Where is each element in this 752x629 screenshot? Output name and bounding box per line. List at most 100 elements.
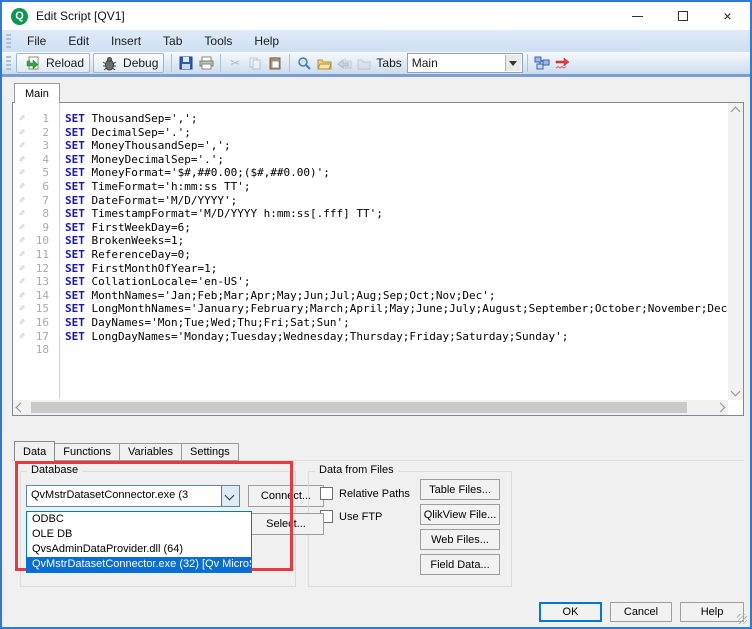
script-line[interactable]: ✎16SET DayNames='Mon;Tue;Wed;Thu;Fri;Sat…: [13, 316, 727, 330]
vertical-scrollbar[interactable]: [728, 103, 743, 400]
script-line[interactable]: ✎8SET TimestampFormat='M/D/YYYY h:mm:ss[…: [13, 207, 727, 221]
scroll-left-icon[interactable]: [16, 403, 26, 413]
tabs-label: Tabs: [376, 56, 401, 70]
close-button[interactable]: ×: [705, 2, 750, 30]
database-combobox[interactable]: QvMstrDatasetConnector.exe (3: [26, 485, 240, 507]
dropdown-option-qvmstrdatase[interactable]: QvMstrDatasetConnector.exe (32) [Qv Micr…: [27, 557, 251, 572]
reload-label: Reload: [46, 56, 84, 70]
script-line[interactable]: ✎9SET FirstWeekDay=6;: [13, 221, 727, 235]
menu-item-edit[interactable]: Edit: [57, 32, 100, 50]
script-line[interactable]: ✎3SET MoneyThousandSep=',';: [13, 139, 727, 153]
checkbox-label: Relative Paths: [339, 488, 410, 500]
goto-icon[interactable]: [553, 54, 571, 72]
line-code: SET FirstWeekDay=6;: [53, 221, 191, 235]
find-icon[interactable]: [295, 54, 313, 72]
scrollbar-thumb[interactable]: [31, 402, 687, 413]
script-line[interactable]: ✎4SET MoneyDecimalSep='.';: [13, 153, 727, 167]
line-code: SET ReferenceDay=0;: [53, 248, 191, 262]
script-line[interactable]: ✎17SET LongDayNames='Monday;Tuesday;Wedn…: [13, 330, 727, 344]
script-line[interactable]: ✎2SET DecimalSep='.';: [13, 126, 727, 140]
qlikview-app-icon: Q: [11, 8, 28, 25]
resize-grip[interactable]: [737, 614, 747, 624]
keyword: SET: [65, 112, 92, 125]
dialog-body: Main ✎1SET ThousandSep=',';✎2SET Decimal…: [2, 77, 750, 627]
script-editor[interactable]: ✎1SET ThousandSep=',';✎2SET DecimalSep='…: [12, 102, 744, 416]
table-viewer-icon[interactable]: [533, 54, 551, 72]
line-number: 4: [31, 153, 53, 167]
tab-selector-combobox[interactable]: Main: [407, 53, 523, 73]
keyword: SET: [65, 262, 92, 275]
script-line[interactable]: ✎11SET ReferenceDay=0;: [13, 248, 727, 262]
chevron-down-icon[interactable]: [505, 55, 521, 71]
script-line[interactable]: ✎5SET MoneyFormat='$#,##0.00;($#,##0.00)…: [13, 166, 727, 180]
menu-item-tab[interactable]: Tab: [152, 32, 193, 50]
line-number: 12: [31, 262, 53, 276]
keyword: SET: [65, 194, 92, 207]
scroll-down-icon[interactable]: [731, 387, 741, 397]
script-line[interactable]: ✎15SET LongMonthNames='January;February;…: [13, 302, 727, 316]
help-button[interactable]: Help: [680, 602, 744, 622]
script-tab-main[interactable]: Main: [14, 83, 60, 103]
line-code: SET MoneyThousandSep=',';: [53, 139, 231, 153]
dropdown-option-ole-db[interactable]: OLE DB: [27, 527, 251, 542]
chevron-down-icon[interactable]: [221, 486, 239, 506]
checkbox-row-use-ftp[interactable]: Use FTP: [320, 510, 382, 523]
line-number: 1: [31, 112, 53, 126]
web-files-button[interactable]: Web Files...: [420, 529, 500, 550]
panel-tab-functions[interactable]: Functions: [55, 443, 120, 461]
menu-item-file[interactable]: File: [16, 32, 57, 50]
dropdown-option-qvsadmindata[interactable]: QvsAdminDataProvider.dll (64): [27, 542, 251, 557]
qlikview-file-button[interactable]: QlikView File...: [420, 504, 500, 525]
script-line[interactable]: ✎6SET TimeFormat='h:mm:ss TT';: [13, 180, 727, 194]
maximize-button[interactable]: [660, 2, 705, 30]
script-line[interactable]: ✎10SET BrokenWeeks=1;: [13, 234, 727, 248]
scroll-right-icon[interactable]: [716, 403, 726, 413]
toolbar-separator: [289, 54, 290, 72]
cancel-button[interactable]: Cancel: [610, 602, 672, 622]
line-code: SET MoneyDecimalSep='.';: [53, 153, 224, 167]
panel-tab-settings[interactable]: Settings: [182, 443, 239, 461]
panel-tab-variables[interactable]: Variables: [120, 443, 182, 461]
script-line[interactable]: ✎14SET MonthNames='Jan;Feb;Mar;Apr;May;J…: [13, 289, 727, 303]
reload-button[interactable]: Reload: [16, 53, 90, 73]
script-line[interactable]: ✎1SET ThousandSep=',';: [13, 112, 727, 126]
script-line[interactable]: ✎12SET FirstMonthOfYear=1;: [13, 262, 727, 276]
line-code: SET FirstMonthOfYear=1;: [53, 262, 217, 276]
table-files-button[interactable]: Table Files...: [420, 479, 500, 500]
ok-button[interactable]: OK: [539, 602, 602, 622]
line-marker-icon: ✎: [13, 221, 31, 235]
script-line[interactable]: 18: [13, 343, 727, 357]
line-number: 8: [31, 207, 53, 221]
menu-item-insert[interactable]: Insert: [100, 32, 152, 50]
line-code: SET DayNames='Mon;Tue;Wed;Thu;Fri;Sat;Su…: [53, 316, 350, 330]
script-line[interactable]: ✎7SET DateFormat='M/D/YYYY';: [13, 194, 727, 208]
field-data-button[interactable]: Field Data...: [420, 554, 500, 575]
toolbar-separator: [527, 54, 528, 72]
checkbox-relative-paths[interactable]: [320, 487, 333, 500]
scroll-up-icon[interactable]: [731, 107, 741, 117]
horizontal-scrollbar[interactable]: [13, 400, 728, 415]
title-bar: Q Edit Script [QV1] ×: [2, 2, 750, 30]
print-icon[interactable]: [197, 54, 215, 72]
keyword: SET: [65, 207, 92, 220]
line-number: 16: [31, 316, 53, 330]
line-code: SET BrokenWeeks=1;: [53, 234, 184, 248]
save-icon[interactable]: [177, 54, 195, 72]
line-marker-icon: ✎: [13, 207, 31, 221]
menu-item-help[interactable]: Help: [243, 32, 290, 50]
menu-item-tools[interactable]: Tools: [193, 32, 243, 50]
dropdown-option-odbc[interactable]: ODBC: [27, 512, 251, 527]
checkbox-row-relative-paths[interactable]: Relative Paths: [320, 487, 410, 500]
keyword: SET: [65, 289, 92, 302]
select-button[interactable]: Select...: [248, 513, 324, 535]
line-code: SET LongDayNames='Monday;Tuesday;Wednesd…: [53, 330, 568, 344]
debug-icon: [100, 54, 118, 72]
debug-button[interactable]: Debug: [93, 53, 164, 73]
open-folder-icon[interactable]: [315, 54, 333, 72]
line-marker-icon: ✎: [13, 194, 31, 208]
paste-icon[interactable]: [266, 54, 284, 72]
minimize-button[interactable]: [615, 2, 660, 30]
toolbar-grip: [6, 34, 11, 48]
panel-tab-data[interactable]: Data: [14, 441, 55, 461]
script-line[interactable]: ✎13SET CollationLocale='en-US';: [13, 275, 727, 289]
